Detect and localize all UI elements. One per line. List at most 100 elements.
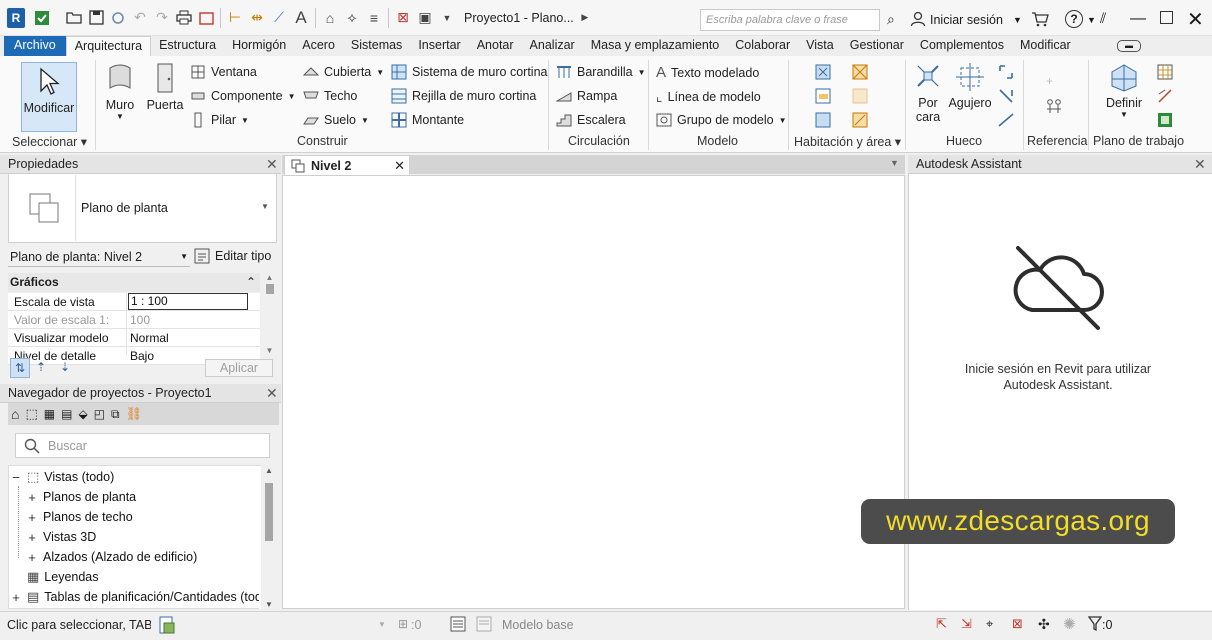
tab-colaborar[interactable]: Colaborar: [727, 36, 798, 56]
scroll-up-icon[interactable]: ▲: [262, 273, 277, 282]
properties-group-graphics[interactable]: Gráficos ⌃: [8, 273, 260, 292]
type-selector[interactable]: Plano de planta ▼: [8, 173, 277, 243]
room-separator-button[interactable]: [852, 64, 868, 80]
select-links-icon[interactable]: ⇱: [936, 616, 947, 632]
model-group-button[interactable]: Grupo de modelo ▼: [656, 112, 787, 128]
door-button[interactable]: Puerta: [145, 62, 185, 112]
home-3d-icon[interactable]: ⌂: [319, 7, 341, 29]
tab-vista[interactable]: Vista: [798, 36, 842, 56]
switch-windows-icon[interactable]: ▣: [414, 7, 436, 29]
collapse-group-icon[interactable]: ⌃: [246, 273, 256, 292]
type-dropdown-icon[interactable]: ▼: [261, 202, 269, 211]
tab-complementos[interactable]: Complementos: [912, 36, 1012, 56]
browser-sheets-icon[interactable]: ▦: [44, 407, 55, 421]
section-icon[interactable]: ⟡: [341, 7, 363, 29]
tree-scroll-up-icon[interactable]: ▲: [261, 466, 277, 475]
wall-opening-button[interactable]: [998, 64, 1014, 80]
view-tab-close-icon[interactable]: ✕: [394, 156, 405, 176]
room-tag-button[interactable]: [815, 88, 831, 104]
browser-families-icon[interactable]: ⬙: [78, 407, 87, 421]
select-pinned-icon[interactable]: ⌖: [986, 616, 993, 632]
area-tag-button[interactable]: [852, 112, 868, 128]
help-icon[interactable]: ?: [1065, 10, 1083, 28]
sort-ascending-icon[interactable]: ⇡: [36, 360, 46, 374]
show-workplane-button[interactable]: [1157, 64, 1173, 80]
signin-button[interactable]: Iniciar sesión: [930, 13, 1003, 27]
floor-button[interactable]: Suelo ▼: [303, 112, 369, 128]
set-workplane-button[interactable]: Definir ▼: [1102, 62, 1146, 119]
wall-dropdown-icon[interactable]: ▼: [103, 112, 137, 121]
close-window-button[interactable]: ✕: [1187, 7, 1204, 32]
search-input[interactable]: Escriba palabra clave o frase: [700, 9, 880, 31]
tab-insertar[interactable]: Insertar: [410, 36, 468, 56]
select-underlay-icon[interactable]: ⇲: [961, 616, 972, 632]
scroll-thumb[interactable]: [265, 284, 274, 294]
expand-icon[interactable]: +: [26, 510, 38, 525]
tab-arquitectura[interactable]: Arquitectura: [65, 36, 152, 56]
instance-selector[interactable]: Plano de planta: Nivel 2 ▼: [8, 247, 190, 267]
column-dropdown-icon[interactable]: ▼: [241, 116, 249, 125]
browser-views-icon[interactable]: ⬚: [25, 406, 37, 422]
tab-analizar[interactable]: Analizar: [522, 36, 583, 56]
revit-logo[interactable]: R: [7, 7, 25, 28]
qa-dropdown-icon[interactable]: ▼: [436, 7, 458, 29]
edit-type-button[interactable]: Editar tipo: [194, 248, 271, 264]
apply-button[interactable]: Aplicar: [205, 359, 273, 377]
dimension-icon[interactable]: ⇹: [246, 7, 268, 29]
room-button[interactable]: [815, 64, 831, 80]
open-folder-icon[interactable]: [63, 7, 85, 29]
browser-groups-icon[interactable]: ◰: [94, 407, 105, 421]
expand-icon[interactable]: +: [26, 550, 38, 565]
collapse-icon[interactable]: −: [10, 470, 22, 485]
tab-modificar[interactable]: Modificar: [1012, 36, 1079, 56]
property-row[interactable]: Visualizar modelo Normal: [8, 329, 260, 347]
tab-masa-y-emplazamiento[interactable]: Masa y emplazamiento: [583, 36, 728, 56]
grid-button[interactable]: [1046, 98, 1062, 114]
model-group-dropdown-icon[interactable]: ▼: [779, 116, 787, 125]
signin-dropdown-icon[interactable]: ▼: [1013, 15, 1022, 25]
drag-on-selection-icon[interactable]: ✣: [1038, 616, 1050, 633]
railing-button[interactable]: Barandilla ▼: [556, 64, 646, 80]
set-workplane-dropdown-icon[interactable]: ▼: [1102, 110, 1146, 119]
browser-revit-links-icon[interactable]: ⧉: [111, 407, 120, 422]
design-options-icon[interactable]: [450, 616, 466, 632]
minimize-button[interactable]: —: [1130, 10, 1146, 28]
select-by-face-icon[interactable]: ⊠: [1012, 616, 1023, 632]
tree-item[interactable]: + Alzados (Alzado de edificio): [10, 548, 197, 566]
tab-archivo[interactable]: Archivo: [4, 36, 66, 56]
modify-button[interactable]: Modificar: [21, 62, 77, 132]
workset-dropdown-icon[interactable]: ▼: [378, 620, 386, 629]
thin-lines-icon[interactable]: ≡: [363, 7, 385, 29]
binoculars-icon[interactable]: ⌕: [887, 11, 895, 28]
tree-item[interactable]: ▦ Leyendas: [10, 568, 99, 586]
close-hidden-icon[interactable]: ⊠: [392, 7, 414, 29]
help-dropdown-icon[interactable]: ▼: [1087, 15, 1096, 25]
stair-button[interactable]: Escalera: [556, 112, 626, 128]
viewer-button[interactable]: [1157, 112, 1173, 128]
tab-estructura[interactable]: Estructura: [151, 36, 224, 56]
tree-item[interactable]: + Planos de techo: [10, 508, 132, 526]
tab-nivel-2[interactable]: Nivel 2 ✕: [284, 155, 410, 176]
ref-plane-button[interactable]: [1157, 88, 1173, 104]
tab-anotar[interactable]: Anotar: [469, 36, 522, 56]
text-tool-icon[interactable]: A: [290, 7, 312, 29]
browser-schedules-icon[interactable]: ▤: [61, 407, 72, 421]
property-value[interactable]: 1 : 100: [128, 293, 248, 310]
instance-dropdown-icon[interactable]: ▼: [180, 247, 188, 267]
browser-search-field[interactable]: Buscar: [15, 433, 270, 458]
ribbon-options-icon[interactable]: ▬: [1117, 40, 1141, 52]
component-dropdown-icon[interactable]: ▼: [288, 92, 296, 101]
tag-icon[interactable]: ⟋: [268, 7, 290, 29]
tree-item[interactable]: + ▤ Tablas de planificación/Cantidades (to…: [10, 588, 273, 606]
browser-link-icon[interactable]: ⛓: [126, 406, 143, 422]
model-line-button[interactable]: ⌞ Línea de modelo: [656, 88, 761, 105]
tab-acero[interactable]: Acero: [294, 36, 343, 56]
browser-scrollbar[interactable]: ▲ ▼: [261, 466, 277, 609]
view-tab-menu-icon[interactable]: ▼: [890, 158, 899, 168]
model-text-button[interactable]: A Texto modelado: [656, 64, 759, 81]
categorize-icon[interactable]: ⇅: [10, 358, 30, 378]
export-icon[interactable]: [195, 7, 217, 29]
by-face-button[interactable]: Por cara: [911, 62, 945, 124]
sort-descending-icon[interactable]: ⇣: [60, 360, 70, 374]
expand-icon[interactable]: +: [26, 530, 38, 545]
